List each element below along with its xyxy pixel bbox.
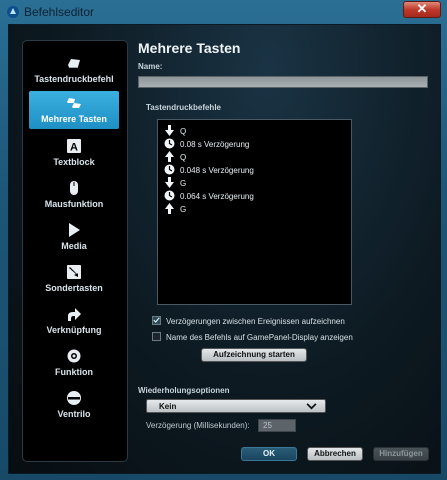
window-title: Befehlseditor <box>24 5 95 19</box>
play-icon <box>69 223 80 237</box>
command-text: G <box>180 179 187 188</box>
command-editor-window: Befehlseditor ✕ Tastendruckbefehl Mehrer… <box>0 0 447 480</box>
clock-icon <box>164 164 175 175</box>
text-block-icon: A <box>67 139 81 154</box>
page-title: Mehrere Tasten <box>138 40 241 56</box>
sidebar-item-label: Ventrilo <box>57 409 91 419</box>
command-list[interactable]: Q 0.08 s Verzögerung Q 0.048 s Verzögeru… <box>157 119 352 305</box>
chevron-down-icon <box>306 403 317 410</box>
sidebar-item-verknuepfung[interactable]: Verknüpfung <box>29 302 119 340</box>
ok-button[interactable]: OK <box>241 447 297 461</box>
clock-icon <box>164 190 175 201</box>
sidebar-item-media[interactable]: Media <box>29 218 119 256</box>
name-field[interactable] <box>138 76 428 88</box>
title-bar[interactable]: Befehlseditor ✕ <box>0 0 447 24</box>
command-text: 0.08 s Verzögerung <box>180 140 250 149</box>
repeat-delay-label: Verzögerung (Millisekunden): <box>146 421 250 430</box>
sidebar-item-label: Textblock <box>53 157 95 167</box>
cancel-button[interactable]: Abbrechen <box>307 447 363 461</box>
headset-icon <box>67 391 81 405</box>
svg-text:A: A <box>70 142 78 154</box>
repeat-options-value: Kein <box>159 402 177 411</box>
multi-key-icon <box>67 98 81 108</box>
sidebar-item-label: Mausfunktion <box>44 199 104 209</box>
key-icon <box>68 59 80 68</box>
mouse-icon <box>70 181 78 195</box>
sidebar-item-label: Tastendruckbefehl <box>34 74 114 84</box>
clock-icon <box>164 138 175 149</box>
sidebar-item-label: Funktion <box>55 367 93 377</box>
commands-label: Tastendruckbefehle <box>146 103 221 112</box>
name-label: Name: <box>138 62 163 71</box>
command-text: 0.048 s Verzögerung <box>180 166 254 175</box>
close-button[interactable]: ✕ <box>403 1 441 18</box>
command-type-sidebar: Tastendruckbefehl Mehrere Tasten A Textb… <box>22 40 128 462</box>
logitech-app-icon <box>7 6 19 18</box>
key-down-arrow-icon <box>165 177 174 188</box>
function-gear-icon <box>67 349 81 363</box>
checkmark-icon <box>153 317 160 323</box>
sidebar-item-tastendruckbefehl[interactable]: Tastendruckbefehl <box>29 51 119 89</box>
sidebar-item-mehrere-tasten[interactable]: Mehrere Tasten <box>29 91 119 129</box>
special-key-icon <box>67 265 81 279</box>
command-text: G <box>180 205 187 214</box>
key-up-arrow-icon <box>165 203 174 214</box>
record-delays-checkbox[interactable] <box>152 316 161 325</box>
shortcut-arrow-icon <box>68 308 81 321</box>
repeat-delay-field[interactable]: 25 <box>258 419 296 432</box>
command-text: 0.064 s Verzögerung <box>180 192 254 201</box>
sidebar-item-label: Media <box>61 241 87 251</box>
sidebar-item-ventrilo[interactable]: Ventrilo <box>29 386 119 424</box>
sidebar-item-sondertasten[interactable]: Sondertasten <box>29 260 119 298</box>
record-delays-label: Verzögerungen zwischen Ereignissen aufze… <box>166 317 345 326</box>
repeat-options-select[interactable]: Kein <box>146 399 326 413</box>
key-up-arrow-icon <box>165 151 174 162</box>
add-button[interactable]: Hinzufügen <box>373 447 429 461</box>
show-name-label: Name des Befehls auf GamePanel-Display a… <box>166 333 353 342</box>
key-down-arrow-icon <box>165 125 174 136</box>
sidebar-item-label: Mehrere Tasten <box>41 114 107 124</box>
command-text: Q <box>180 153 187 162</box>
sidebar-item-textblock[interactable]: A Textblock <box>29 134 119 172</box>
show-name-checkbox[interactable] <box>152 332 161 341</box>
repeat-options-label: Wiederholungsoptionen <box>138 386 230 395</box>
sidebar-item-funktion[interactable]: Funktion <box>29 344 119 382</box>
sidebar-item-label: Sondertasten <box>45 283 103 293</box>
start-recording-button[interactable]: Aufzeichnung starten <box>201 348 307 362</box>
sidebar-item-mausfunktion[interactable]: Mausfunktion <box>29 176 119 214</box>
command-text: Q <box>180 127 187 136</box>
sidebar-item-label: Verknüpfung <box>46 325 102 335</box>
